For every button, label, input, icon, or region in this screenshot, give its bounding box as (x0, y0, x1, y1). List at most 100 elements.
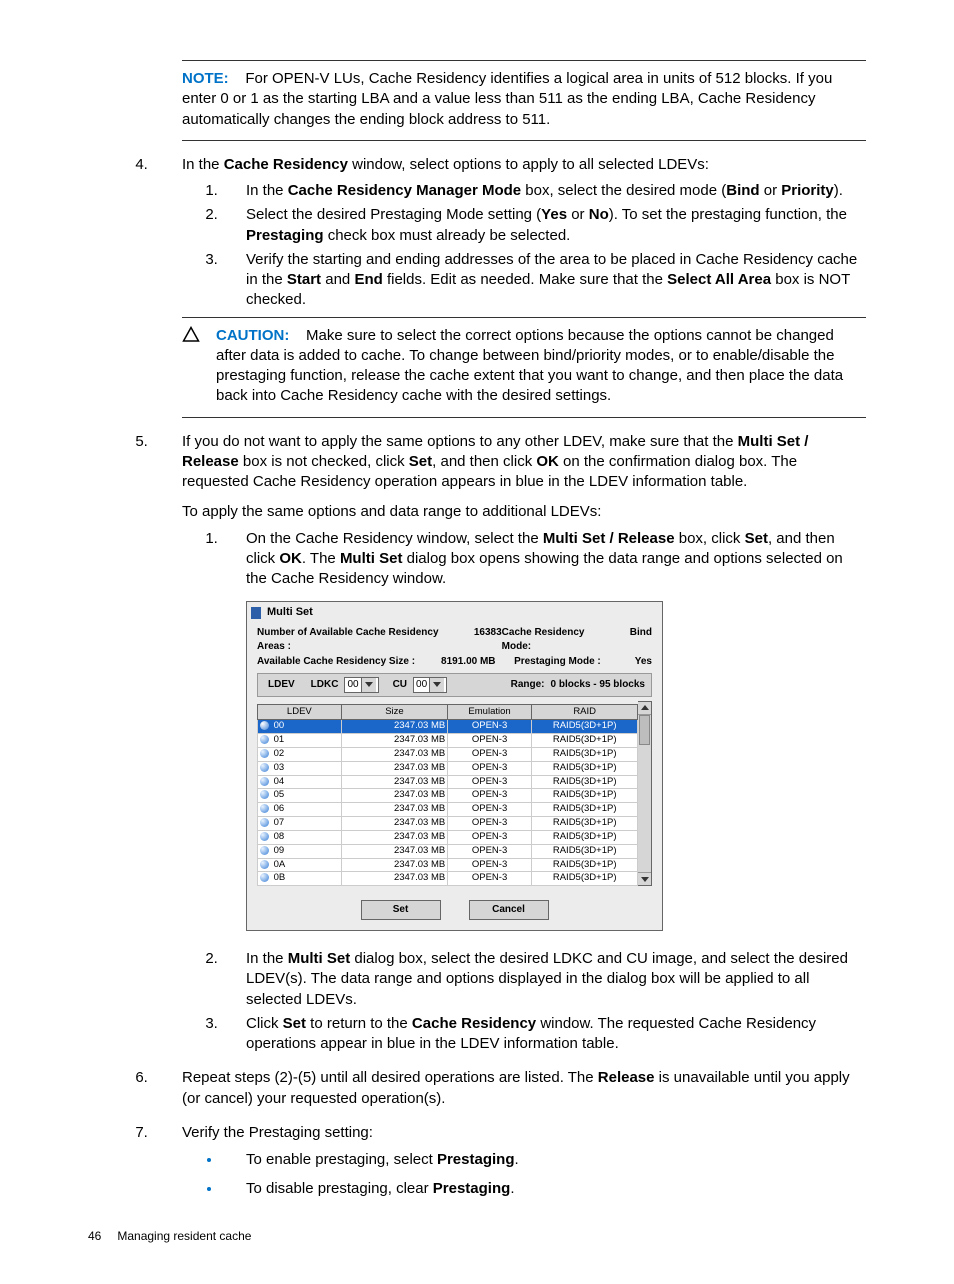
col-ldev[interactable]: LDEV (258, 704, 342, 720)
t: Start (287, 271, 321, 288)
t: or (567, 206, 589, 223)
t: window, select options to apply to all s… (348, 156, 709, 173)
cancel-button-label: Cancel (492, 903, 525, 917)
t: Cache Residency Manager Mode (288, 182, 521, 199)
step5-sublist: On the Cache Residency window, select th… (182, 529, 866, 1055)
window-titlebar: Multi Set (247, 602, 662, 620)
ldev-icon (260, 832, 269, 841)
scroll-up-icon[interactable] (638, 702, 651, 715)
table-row[interactable]: 002347.03 MBOPEN-3RAID5(3D+1P) (258, 720, 638, 734)
t: Priority (781, 182, 834, 199)
step-6: Repeat steps (2)-(5) until all desired o… (152, 1068, 866, 1109)
table-row[interactable]: 082347.03 MBOPEN-3RAID5(3D+1P) (258, 830, 638, 844)
ldkc-value: 00 (347, 678, 358, 692)
table-row[interactable]: 042347.03 MBOPEN-3RAID5(3D+1P) (258, 775, 638, 789)
size-label: Available Cache Residency Size : (257, 655, 415, 669)
step-4: In the Cache Residency window, select op… (152, 155, 866, 418)
chevron-down-icon[interactable] (429, 678, 444, 692)
cu-select[interactable]: 00 (413, 677, 447, 693)
table-header-row: LDEV Size Emulation RAID (258, 704, 638, 720)
step4-3: Verify the starting and ending addresses… (222, 250, 866, 311)
step4-1: In the Cache Residency Manager Mode box,… (222, 181, 866, 201)
t: End (354, 271, 382, 288)
ldkc-select[interactable]: 00 (344, 677, 378, 693)
table-row[interactable]: 0A2347.03 MBOPEN-3RAID5(3D+1P) (258, 858, 638, 872)
table-row[interactable]: 062347.03 MBOPEN-3RAID5(3D+1P) (258, 803, 638, 817)
ldev-icon (260, 790, 269, 799)
table-row[interactable]: 032347.03 MBOPEN-3RAID5(3D+1P) (258, 761, 638, 775)
t: Cache Residency (224, 156, 348, 173)
t: . The (302, 550, 340, 567)
t: Verify the Prestaging setting: (182, 1124, 373, 1141)
scroll-thumb[interactable] (639, 715, 650, 745)
t: Prestaging (246, 227, 324, 244)
t: In the (182, 156, 224, 173)
cu-value: 00 (416, 678, 427, 692)
table-row[interactable]: 012347.03 MBOPEN-3RAID5(3D+1P) (258, 734, 638, 748)
bullet-enable: To enable prestaging, select Prestaging. (222, 1149, 866, 1170)
col-raid[interactable]: RAID (531, 704, 638, 720)
areas-label: Number of Available Cache Residency Area… (257, 626, 454, 653)
window-title: Multi Set (267, 605, 313, 620)
step5-1: On the Cache Residency window, select th… (222, 529, 866, 932)
step-7: Verify the Prestaging setting: To enable… (152, 1123, 866, 1200)
step5-2: In the Multi Set dialog box, select the … (222, 949, 866, 1010)
ldev-icon (260, 860, 269, 869)
scroll-down-icon[interactable] (638, 872, 651, 885)
multiset-window: Multi Set Number of Available Cache Resi… (246, 601, 663, 931)
ldev-icon (260, 763, 269, 772)
ldev-icon (260, 846, 269, 855)
col-size[interactable]: Size (341, 704, 448, 720)
t: If you do not want to apply the same opt… (182, 433, 738, 450)
window-icon (251, 607, 261, 619)
set-button[interactable]: Set (361, 900, 441, 920)
mode-label: Cache Residency Mode: (502, 626, 604, 653)
t: . (515, 1151, 519, 1168)
t: To enable prestaging, select (246, 1151, 437, 1168)
chevron-down-icon[interactable] (361, 678, 376, 692)
t: Prestaging (437, 1151, 515, 1168)
t: Release (598, 1069, 655, 1086)
t: No (589, 206, 609, 223)
table-scrollbar[interactable] (638, 701, 652, 887)
ldev-table-wrap: LDEV Size Emulation RAID 002347.03 MBOPE… (257, 701, 652, 887)
t: Set (745, 530, 768, 547)
t: ). To set the prestaging function, the (609, 206, 847, 223)
table-row[interactable]: 052347.03 MBOPEN-3RAID5(3D+1P) (258, 789, 638, 803)
step5-p2: To apply the same options and data range… (182, 502, 866, 522)
range-value: 0 blocks - 95 blocks (551, 678, 646, 692)
t: , and then click (432, 453, 536, 470)
t: Multi Set (340, 550, 403, 567)
set-button-label: Set (393, 903, 409, 917)
note-text: For OPEN-V LUs, Cache Residency identifi… (182, 70, 832, 128)
table-row[interactable]: 022347.03 MBOPEN-3RAID5(3D+1P) (258, 748, 638, 762)
ldev-table[interactable]: LDEV Size Emulation RAID 002347.03 MBOPE… (257, 704, 638, 887)
cancel-button[interactable]: Cancel (469, 900, 549, 920)
step4-sublist: In the Cache Residency Manager Mode box,… (182, 181, 866, 311)
ldev-icon (260, 818, 269, 827)
t: To disable prestaging, clear (246, 1180, 433, 1197)
table-row[interactable]: 072347.03 MBOPEN-3RAID5(3D+1P) (258, 817, 638, 831)
footer-title: Managing resident cache (117, 1229, 251, 1243)
t: . (510, 1180, 514, 1197)
caution-icon (182, 326, 216, 350)
cu-label: CU (393, 678, 407, 692)
caution-label: CAUTION: (216, 327, 289, 344)
note-box: NOTE: For OPEN-V LUs, Cache Residency id… (182, 60, 866, 141)
prestage-label: Prestaging Mode : (514, 655, 601, 669)
caution-text: Make sure to select the correct options … (216, 327, 843, 405)
col-emu[interactable]: Emulation (448, 704, 532, 720)
ldev-toolbar: LDEV LDKC 00 CU 00 Range: (257, 673, 652, 697)
t: In the (246, 182, 288, 199)
table-row[interactable]: 0B2347.03 MBOPEN-3RAID5(3D+1P) (258, 872, 638, 886)
t: On the Cache Residency window, select th… (246, 530, 543, 547)
t: check box must already be selected. (324, 227, 571, 244)
scroll-track[interactable] (638, 745, 651, 873)
t: Set (283, 1015, 306, 1032)
table-row[interactable]: 092347.03 MBOPEN-3RAID5(3D+1P) (258, 844, 638, 858)
bullet-disable: To disable prestaging, clear Prestaging. (222, 1178, 866, 1199)
step5-3: Click Set to return to the Cache Residen… (222, 1014, 866, 1055)
prestage-value: Yes (635, 655, 652, 669)
t: Prestaging (433, 1180, 511, 1197)
mode-value: Bind (630, 626, 652, 653)
